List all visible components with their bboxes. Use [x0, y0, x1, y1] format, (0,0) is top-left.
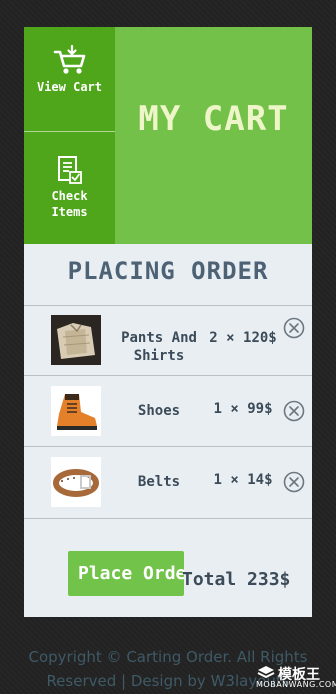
shopping-cart-icon	[53, 44, 85, 74]
watermark-url: MOBANWANG.COM	[256, 680, 336, 689]
item-price: 99$	[247, 401, 273, 417]
cart-item-belts: Belts 1 × 14$	[24, 447, 312, 517]
nav-check-items[interactable]: Check Items	[24, 132, 115, 236]
nav-check-items-label: Check Items	[51, 189, 88, 219]
times-sign: ×	[230, 401, 239, 417]
remove-item-button[interactable]	[283, 400, 305, 422]
item-price: 120$	[243, 330, 277, 346]
page-title: MY CART	[138, 99, 289, 139]
belts-image	[51, 457, 101, 507]
section-title: PLACING ORDER	[67, 257, 269, 285]
cart-header: View Cart Check Items MY CART	[24, 27, 312, 244]
checklist-icon	[57, 156, 82, 184]
divider	[24, 518, 312, 519]
order-total: Total 233$	[182, 569, 291, 590]
cart-item-shoes: Shoes 1 × 99$	[24, 376, 312, 446]
side-nav: View Cart Check Items	[24, 27, 115, 244]
item-quantity: 1	[213, 472, 222, 488]
shoes-image	[51, 386, 101, 436]
item-price: 14$	[247, 472, 273, 488]
watermark: 模板王 MOBANWANG.COM	[254, 662, 336, 690]
pants-and-shirts-image	[51, 315, 101, 365]
remove-item-button[interactable]	[283, 471, 305, 493]
item-quantity-price: 1 × 14$	[198, 472, 288, 488]
item-quantity-price: 2 × 120$	[198, 330, 288, 346]
cart-item-pants-and-shirts: Pants And Shirts 2 × 120$	[24, 305, 312, 375]
times-sign: ×	[230, 472, 239, 488]
times-sign: ×	[226, 330, 235, 346]
nav-view-cart-label: View Cart	[36, 80, 103, 94]
nav-view-cart[interactable]: View Cart	[24, 27, 115, 131]
place-order-button[interactable]: Place Order	[68, 551, 184, 596]
remove-item-button[interactable]	[283, 317, 305, 339]
cart-panel: View Cart Check Items MY CART PLACING OR…	[24, 27, 312, 617]
item-quantity: 2	[209, 330, 218, 346]
item-quantity-price: 1 × 99$	[198, 401, 288, 417]
watermark-logo-icon	[257, 666, 275, 679]
item-quantity: 1	[213, 401, 222, 417]
